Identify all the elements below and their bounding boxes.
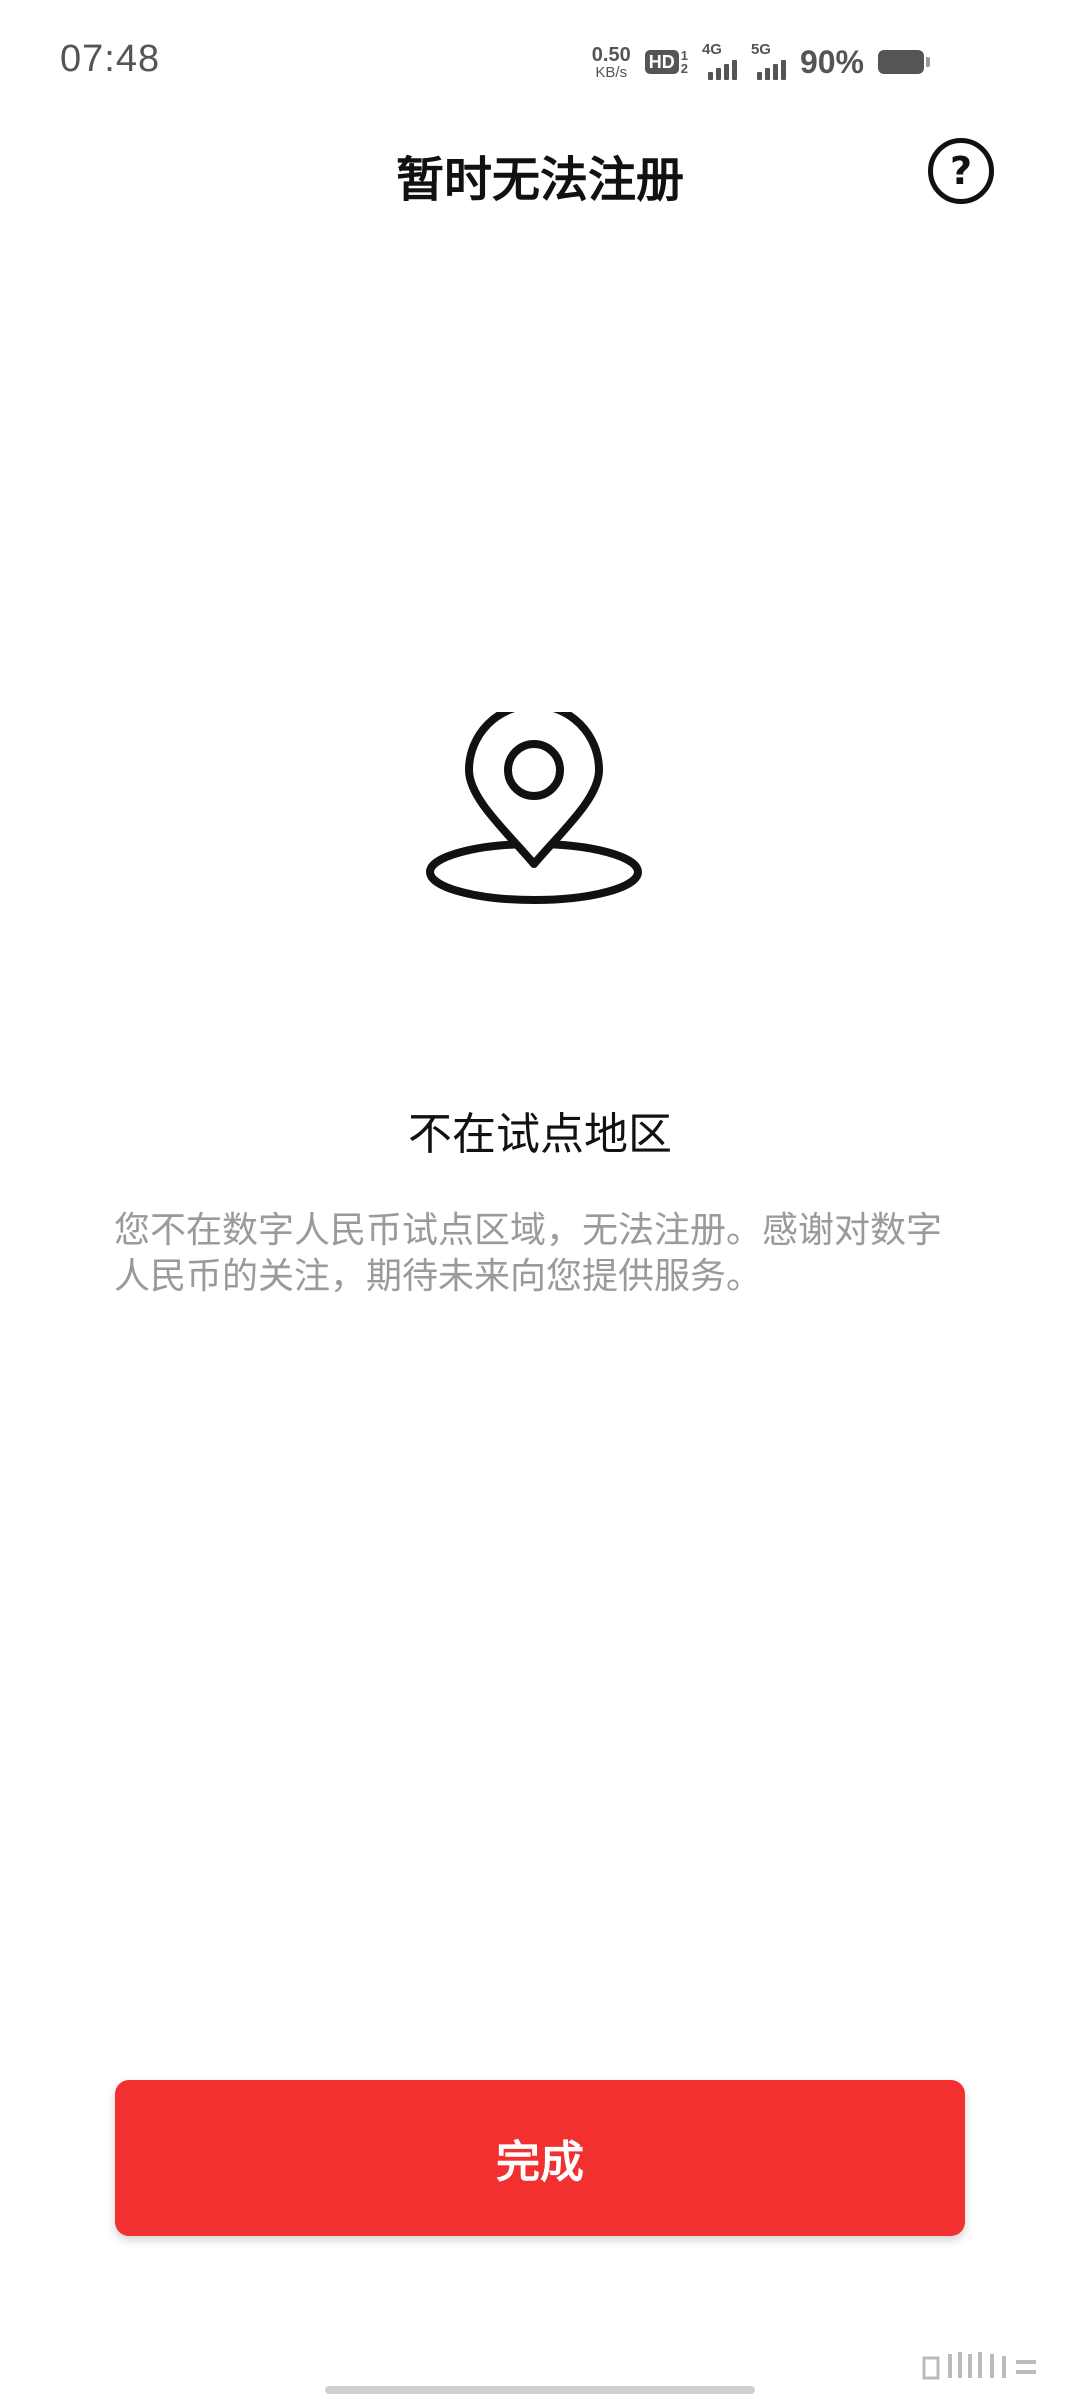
network-speed-value: 0.50: [591, 43, 631, 66]
location-pin-icon: [426, 712, 642, 904]
hd-voice-icon: HD 1 2: [644, 49, 688, 76]
signal-5g-label: 5G: [750, 41, 771, 58]
network-speed: 0.50 KB/s: [592, 45, 631, 80]
header: 暂时无法注册 ?: [0, 120, 1080, 230]
region-status-description: 您不在数字人民币试点区域，无法注册。感谢对数字人民币的关注，期待未来向您提供服务…: [114, 1210, 943, 1297]
status-indicators: 0.50 KB/s HD 1 2 4G 5G 90%: [592, 40, 930, 84]
help-symbol: ?: [949, 149, 973, 193]
status-time: 07:48: [60, 38, 161, 80]
watermark-icon: [922, 2352, 1036, 2380]
status-bar: 07:48 0.50 KB/s HD 1 2 4G 5G 90%: [0, 0, 1080, 120]
home-indicator[interactable]: [325, 2386, 755, 2394]
page-title: 暂时无法注册: [395, 152, 684, 208]
hd-sub-bottom: 2: [680, 61, 688, 76]
done-button[interactable]: 完成: [115, 2080, 965, 2236]
hd-label: HD: [644, 50, 679, 74]
help-icon[interactable]: ?: [928, 138, 994, 204]
network-speed-unit: KB/s: [595, 63, 628, 81]
signal-4g-icon: 4G: [701, 41, 737, 80]
region-status-heading: 不在试点地区: [408, 1109, 672, 1160]
battery-percent: 90%: [799, 43, 864, 80]
signal-5g-icon: 5G: [750, 41, 786, 80]
battery-icon: [878, 50, 930, 74]
signal-4g-label: 4G: [701, 41, 722, 58]
